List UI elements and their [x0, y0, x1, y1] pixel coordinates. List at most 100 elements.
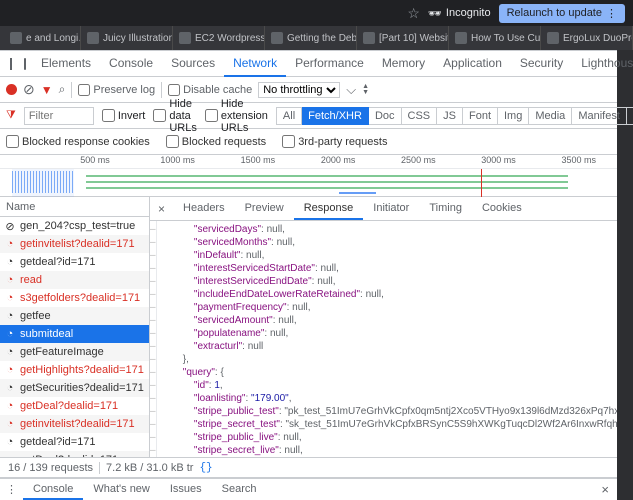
request-name: getfee — [20, 310, 51, 322]
relaunch-button[interactable]: Relaunch to update ⋮ — [499, 4, 625, 23]
request-name: getdeal?id=171 — [20, 256, 96, 268]
throttling-select[interactable]: No throttling — [258, 82, 340, 98]
browser-tab[interactable]: Getting the Debia… — [265, 26, 357, 50]
devtools-tab-lighthouse[interactable]: Lighthouse — [572, 51, 633, 77]
filter-funnel-icon[interactable]: ⧩ — [6, 109, 16, 122]
request-row[interactable]: ◔getinvitelist?dealid=171 — [0, 235, 149, 253]
request-list: Name ⊘gen_204?csp_test=true◔getinvitelis… — [0, 197, 150, 457]
drawer-tab-issues[interactable]: Issues — [160, 480, 212, 500]
record-icon[interactable] — [6, 84, 17, 95]
detail-close-icon[interactable]: × — [150, 202, 173, 216]
type-filter-all[interactable]: All — [276, 107, 302, 125]
request-row[interactable]: ◔getDeal?dealid=171 — [0, 451, 149, 457]
browser-tab[interactable]: EC2 Wordpress … — [173, 26, 265, 50]
device-toggle-icon[interactable] — [24, 58, 26, 70]
detail-tab-response[interactable]: Response — [294, 198, 364, 220]
drawer-tab-search[interactable]: Search — [212, 480, 267, 500]
type-filter-doc[interactable]: Doc — [369, 107, 402, 125]
inspect-icon[interactable] — [10, 58, 12, 70]
browser-tab[interactable]: How To Use Custo… — [449, 26, 541, 50]
favicon — [87, 32, 99, 44]
favicon — [10, 32, 22, 44]
filter-input[interactable] — [24, 107, 94, 125]
request-status-icon: ◔ — [4, 274, 16, 286]
request-row[interactable]: ◔getdeal?id=171 — [0, 433, 149, 451]
request-row[interactable]: ◔getHighlights?dealid=171 — [0, 361, 149, 379]
drawer-tab-console[interactable]: Console — [23, 480, 83, 500]
invert-checkbox[interactable]: Invert — [102, 109, 146, 122]
devtools-tab-memory[interactable]: Memory — [373, 51, 434, 77]
browser-tab[interactable]: [Part 10] Website i… — [357, 26, 449, 50]
devtools-tab-security[interactable]: Security — [511, 51, 572, 77]
request-count: 16 / 139 requests — [8, 462, 93, 474]
detail-tab-preview[interactable]: Preview — [235, 198, 294, 220]
type-filter-media[interactable]: Media — [529, 107, 572, 125]
incognito-badge: 🕶 Incognito — [428, 7, 491, 20]
pretty-print-icon[interactable]: {} — [199, 462, 212, 474]
devtools-tab-performance[interactable]: Performance — [286, 51, 373, 77]
tab-label: e and Longi… — [26, 33, 81, 44]
request-status-icon: ◔ — [4, 346, 16, 358]
request-status-icon: ◔ — [4, 328, 16, 340]
request-status-icon: ◔ — [4, 364, 16, 376]
drawer-tab-what-s-new[interactable]: What's new — [83, 480, 160, 500]
detail-tab-cookies[interactable]: Cookies — [472, 198, 532, 220]
tab-label: Getting the Debia… — [287, 33, 357, 44]
request-status-icon: ◔ — [4, 436, 16, 448]
import-export-icon[interactable]: ▲▼ — [362, 84, 369, 96]
search-icon[interactable]: ⌕ — [59, 82, 66, 97]
timeline-tick: 1000 ms — [160, 155, 195, 165]
preserve-log-checkbox[interactable]: Preserve log — [78, 84, 155, 96]
devtools-panel: ElementsConsoleSourcesNetworkPerformance… — [0, 50, 617, 500]
request-row[interactable]: ◔s3getfolders?dealid=171 — [0, 289, 149, 307]
request-name: getinvitelist?dealid=171 — [20, 238, 135, 250]
browser-tab[interactable]: Juicy Illustrations |… — [81, 26, 173, 50]
network-toolbar-1: ⊘ ▼ ⌕ Preserve log Disable cache No thro… — [0, 77, 617, 103]
request-row[interactable]: ◔ getFeatureImage — [0, 343, 149, 361]
devtools-tab-elements[interactable]: Elements — [32, 51, 100, 77]
type-filter-js[interactable]: JS — [437, 107, 463, 125]
type-filter-css[interactable]: CSS — [402, 107, 438, 125]
name-column-header[interactable]: Name — [0, 197, 149, 217]
request-row[interactable]: ◔getDeal?dealid=171 — [0, 397, 149, 415]
request-name: getFeatureImage — [20, 346, 104, 358]
blocked-cookies-checkbox[interactable]: Blocked response cookies — [6, 135, 150, 148]
request-name: submitdeal — [20, 328, 73, 340]
request-row[interactable]: ◔getinvitelist?dealid=171 — [0, 415, 149, 433]
third-party-checkbox[interactable]: 3rd-party requests — [282, 135, 387, 148]
type-filter-fetch-xhr[interactable]: Fetch/XHR — [302, 107, 369, 125]
request-row[interactable]: ◔ submitdeal — [0, 325, 149, 343]
blocked-requests-checkbox[interactable]: Blocked requests — [166, 135, 266, 148]
type-filter-ws[interactable]: WS — [627, 107, 633, 125]
tab-label: Juicy Illustrations |… — [103, 33, 173, 44]
devtools-tab-application[interactable]: Application — [434, 51, 511, 77]
detail-tab-initiator[interactable]: Initiator — [363, 198, 419, 220]
type-filter-font[interactable]: Font — [463, 107, 498, 125]
browser-tab[interactable]: e and Longi… — [4, 26, 81, 50]
devtools-tab-network[interactable]: Network — [224, 51, 286, 77]
type-filter-img[interactable]: Img — [498, 107, 529, 125]
network-main: Name ⊘gen_204?csp_test=true◔getinvitelis… — [0, 197, 617, 458]
drawer-close-icon[interactable]: × — [593, 482, 617, 497]
request-row[interactable]: ◔getfee — [0, 307, 149, 325]
detail-tab-headers[interactable]: Headers — [173, 198, 235, 220]
devtools-tab-sources[interactable]: Sources — [162, 51, 224, 77]
devtools-tab-console[interactable]: Console — [100, 51, 162, 77]
request-row[interactable]: ◔read — [0, 271, 149, 289]
network-timeline[interactable]: 500 ms1000 ms1500 ms2000 ms2500 ms3000 m… — [0, 155, 617, 197]
network-conditions-icon[interactable]: ⌵ — [346, 82, 356, 98]
response-body[interactable]: "servicedDays": null, "servicedMonths": … — [157, 221, 617, 457]
request-row[interactable]: ◔ getdeal?id=171 — [0, 253, 149, 271]
bookmark-star-icon[interactable]: ☆ — [407, 5, 420, 22]
timeline-tick: 500 ms — [80, 155, 110, 165]
type-filter-manifest[interactable]: Manifest — [572, 107, 627, 125]
filter-toggle-icon[interactable]: ▼ — [41, 83, 53, 97]
clear-icon[interactable]: ⊘ — [23, 81, 35, 98]
disable-cache-checkbox[interactable]: Disable cache — [168, 84, 252, 96]
request-row[interactable]: ◔getSecurities?dealid=171 — [0, 379, 149, 397]
detail-tab-timing[interactable]: Timing — [419, 198, 472, 220]
request-row[interactable]: ⊘gen_204?csp_test=true — [0, 217, 149, 235]
request-status-icon: ◔ — [4, 256, 16, 268]
browser-tab[interactable]: ErgoLux DuoPro H… — [541, 26, 633, 50]
drawer-menu-icon[interactable]: ⋮ — [0, 483, 23, 496]
